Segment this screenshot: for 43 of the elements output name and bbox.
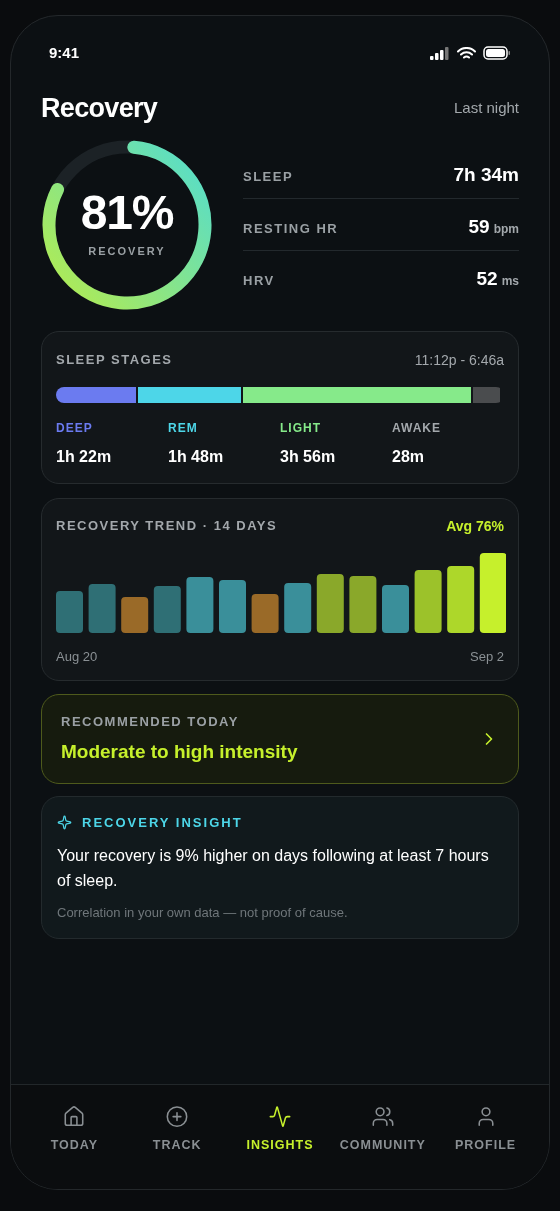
tab-item[interactable]: INSIGHTS [228, 1105, 332, 1155]
insight-note: Correlation in your own data — not proof of cause. [57, 903, 349, 922]
recommendation-card[interactable]: RECOMMENDED TODAY Moderate to high intensity [41, 694, 519, 784]
metric-label: HRV [243, 271, 275, 290]
page-title: Recovery [41, 92, 158, 125]
insight-title: RECOVERY INSIGHT [82, 814, 243, 832]
recommendation-label: RECOMMENDED TODAY [61, 713, 240, 731]
period-label: Last night [453, 98, 519, 118]
stage-label: DEEP [56, 419, 94, 437]
stage-value: 1h 48m [168, 446, 225, 467]
stage-label: AWAKE [392, 419, 442, 437]
metric-label: SLEEP [243, 167, 294, 186]
stage-value: 28m [392, 446, 426, 467]
metric-value: 59 bpm [468, 214, 519, 239]
metric-value: 52 ms [476, 266, 519, 291]
sparkle-icon [57, 815, 72, 831]
time-range: 11:12p - 6:46a [414, 350, 504, 370]
average-value: Avg 76% [446, 516, 504, 536]
recovery-label: RECOVERY [88, 244, 166, 260]
start-date: Aug 20 [56, 647, 98, 666]
metric-value: 7h 34m [453, 162, 519, 187]
pulse-icon [268, 1105, 292, 1129]
signal-icon [430, 46, 450, 60]
card-title: RECOVERY TREND · 14 DAYS [56, 517, 278, 536]
status-time: 9:41 [49, 42, 80, 63]
metric-label: RESTING HR [243, 219, 339, 238]
people-icon [370, 1105, 395, 1129]
stage-label: LIGHT [280, 419, 322, 437]
end-date: Sep 2 [470, 647, 504, 666]
recovery-value: 81% [80, 189, 174, 238]
battery-icon [483, 46, 511, 60]
stage-value: 1h 22m [56, 446, 113, 467]
tab-item[interactable]: PROFILE [434, 1105, 537, 1155]
stage-label: REM [168, 419, 199, 437]
recommendation-text: Moderate to high intensity [61, 739, 298, 764]
wifi-icon [457, 46, 476, 60]
card-title: SLEEP STAGES [56, 351, 173, 370]
insight-text: Your recovery is 9% higher on days following at least 7 hours of sleep. [57, 845, 490, 891]
tab-item[interactable]: COMMUNITY [331, 1105, 435, 1155]
plus-circle-icon [165, 1105, 190, 1129]
stage-value: 3h 56m [280, 446, 337, 467]
tab-item[interactable]: TODAY [23, 1105, 126, 1155]
tab-item[interactable]: TRACK [125, 1105, 229, 1155]
